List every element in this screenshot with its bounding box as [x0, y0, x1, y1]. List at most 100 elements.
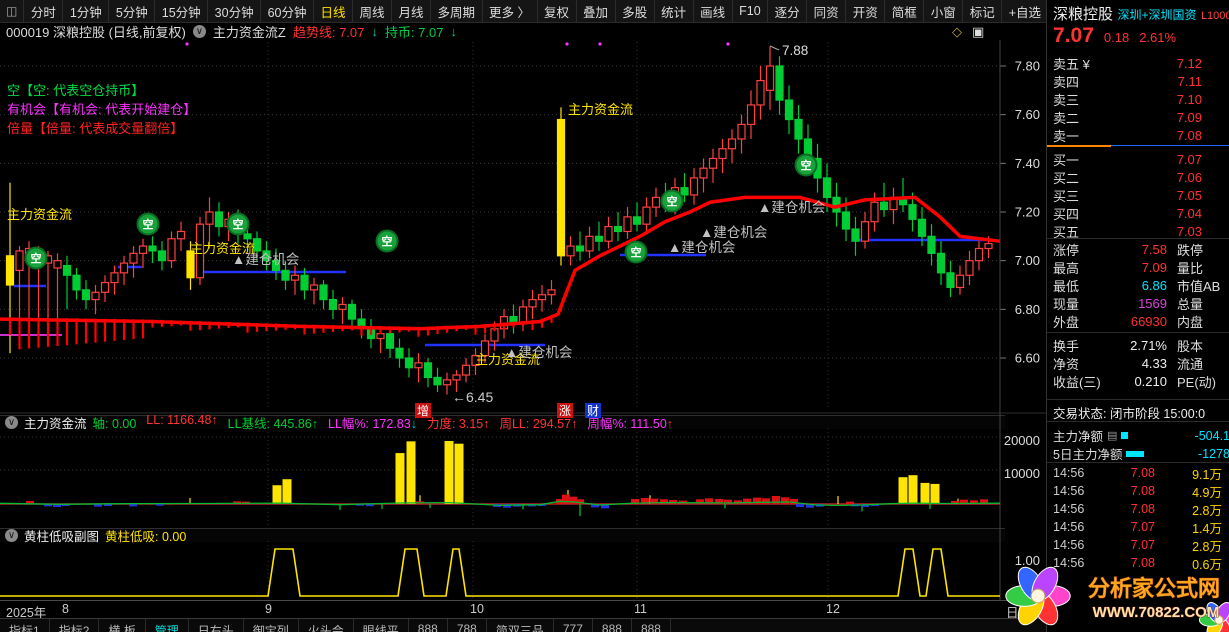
svg-text:←6.45: ←6.45 [452, 389, 493, 405]
toolbar-button-tool[interactable]: 小窗 [924, 0, 964, 22]
bid-label: 买四 [1053, 206, 1080, 222]
hold-down-arrow-icon: ↓ [450, 23, 457, 39]
toolbar-button-tool[interactable]: 标记 [963, 0, 1003, 22]
toolbar-button-period[interactable]: 更多 〉 [483, 0, 538, 22]
svg-text:空: 空 [382, 234, 393, 248]
indicator-name[interactable]: 主力资金流Z [213, 22, 286, 41]
toolbar-button-period[interactable]: 日线 [314, 0, 353, 22]
info-row: 现量 1569 总量 [1047, 294, 1229, 312]
legend-note: 空【空: 代表空仓持币】 [7, 83, 145, 98]
tick-time: 14:56 [1053, 520, 1085, 534]
tick-volume: 0.6万 [1192, 557, 1222, 572]
svg-text:▲建仓机会: ▲建仓机会 [232, 252, 299, 267]
toolbar-button-period[interactable]: 多周期 [431, 0, 483, 22]
main-net-flow-value: -504.1 [1194, 428, 1229, 443]
stock-code-name: 000019 深粮控股 (日线,前复权) [6, 24, 186, 40]
quote-price-row: 7.07 0.18 2.61% [1053, 24, 1176, 48]
ask-label: 卖四 [1053, 74, 1080, 90]
bottom-tab[interactable]: 管理 [146, 619, 189, 632]
flow-panel-title[interactable]: 主力资金流 [24, 413, 87, 432]
date-axis[interactable]: 2025年 8 9 10 11 12 日 [0, 600, 1046, 620]
kong-signal-icon: 空 [136, 212, 160, 236]
info-value: 7.58 [1141, 241, 1167, 257]
svg-text:主力资金流: 主力资金流 [475, 352, 540, 367]
toolbar-button-period[interactable]: 周线 [353, 0, 393, 22]
svg-text:7.40: 7.40 [1015, 156, 1040, 171]
tick-volume: 2.8万 [1192, 503, 1222, 518]
chart-corner-icon[interactable]: ◇ [952, 24, 962, 40]
low-collapse-icon[interactable]: ∨ [5, 529, 18, 542]
bid-row: 买三 7.05 [1047, 186, 1229, 204]
tick-price: 7.08 [1130, 502, 1155, 516]
main-net-flow-5d-row: 5日主力净额 -1278 [1053, 444, 1229, 463]
toolbar-button-tool[interactable]: F10 [733, 0, 769, 22]
bottom-tab[interactable]: 788 [448, 619, 487, 632]
layout-window-icon[interactable]: ◫ [0, 0, 25, 22]
date-axis-label: 11 [634, 602, 647, 616]
toolbar-button-tool[interactable]: +自选 [1002, 0, 1049, 22]
svg-text:▲建仓机会: ▲建仓机会 [758, 200, 825, 215]
toolbar-button-tool[interactable]: 复权 [538, 0, 577, 22]
bottom-tab[interactable]: 日右头 [189, 619, 244, 632]
toolbar-button-tool[interactable]: 逐分 [768, 0, 808, 22]
tick-volume: 2.8万 [1192, 539, 1222, 554]
chart-title-bar: 000019 深粮控股 (日线,前复权) ∨ 主力资金流Z 趋势线: 7.07 … [0, 22, 1006, 40]
toolbar-button-period[interactable]: 1分钟 [63, 0, 110, 22]
toolbar-button-tool[interactable]: 同资 [807, 0, 847, 22]
ask-price: 7.12 [1176, 55, 1202, 71]
bottom-tab[interactable]: 指标1 [0, 619, 50, 632]
info-value: 6.86 [1141, 277, 1167, 293]
tick-row: 14:56 7.08 2.8万 [1047, 500, 1229, 518]
ask-row: 卖二 7.09 [1047, 108, 1229, 126]
bottom-tab[interactable]: 御宝列 [244, 619, 299, 632]
bottom-tab[interactable]: 888 [632, 619, 671, 632]
tick-price: 7.07 [1130, 520, 1155, 534]
info-label: 外盘 [1053, 314, 1080, 330]
toolbar-button-tool[interactable]: 开资 [846, 0, 886, 22]
toolbar-button-period[interactable]: 分时 [24, 0, 64, 22]
flow-collapse-icon[interactable]: ∨ [5, 416, 18, 429]
svg-text:10000: 10000 [1004, 466, 1040, 481]
tick-time: 14:56 [1053, 502, 1085, 516]
info-label-2: 总量 [1177, 296, 1204, 312]
toolbar-button-tool[interactable]: 叠加 [577, 0, 616, 22]
ask-row: 卖一 7.08 [1047, 126, 1229, 144]
chart-corner-icon[interactable]: ▣ [972, 24, 984, 40]
bottom-tab[interactable]: 眼线平 [354, 619, 409, 632]
toolbar-button-tool[interactable]: 多股 [616, 0, 655, 22]
toolbar-button-period[interactable]: 月线 [392, 0, 432, 22]
quote-stock-name: 深粮控股 [1053, 6, 1114, 23]
bid-price: 7.04 [1176, 205, 1202, 221]
toolbar-button-period[interactable]: 30分钟 [208, 0, 262, 22]
low-panel-title[interactable]: 黄柱低吸副图 [24, 526, 99, 545]
list-icon[interactable]: ▤ [1107, 429, 1117, 442]
cyan-square-legend-icon [1121, 432, 1129, 439]
quote-code-tag: L1000 [1200, 10, 1229, 22]
info-row: 最低 6.86 市值AB [1047, 276, 1229, 294]
bid-label: 买二 [1053, 170, 1080, 186]
info-label: 涨停 [1053, 242, 1080, 258]
toolbar-button-period[interactable]: 15分钟 [155, 0, 209, 22]
bottom-tab[interactable]: 横 板 [99, 619, 146, 632]
bottom-tab[interactable]: 888 [593, 619, 632, 632]
bottom-tab[interactable]: 777 [554, 619, 593, 632]
tick-time: 14:56 [1053, 484, 1085, 498]
svg-text:空: 空 [631, 245, 642, 259]
toolbar-button-period[interactable]: 5分钟 [109, 0, 156, 22]
indicator-collapse-icon[interactable]: ∨ [192, 24, 206, 38]
svg-text:空: 空 [31, 251, 42, 265]
flow-value-arrow-icon: ↑ [211, 413, 218, 427]
bottom-tab[interactable]: 火头会 [299, 619, 354, 632]
bottom-tab[interactable]: 888 [409, 619, 448, 632]
info-label: 最低 [1053, 278, 1080, 294]
toolbar-button-period[interactable]: 60分钟 [261, 0, 314, 22]
toolbar-button-tool[interactable]: 统计 [655, 0, 694, 22]
toolbar-button-tool[interactable]: 画线 [694, 0, 733, 22]
bottom-tab[interactable]: 简双三品 [487, 619, 554, 632]
bottom-tab[interactable]: 指标2 [50, 619, 100, 632]
bid-price: 7.05 [1176, 187, 1202, 203]
toolbar-button-tool[interactable]: 简框 [885, 0, 925, 22]
flow-header-value: 力度: 3.15↑ [426, 417, 490, 431]
flow-value-arrow-icon: ↑ [483, 417, 490, 431]
info-value: 4.33 [1141, 355, 1167, 371]
